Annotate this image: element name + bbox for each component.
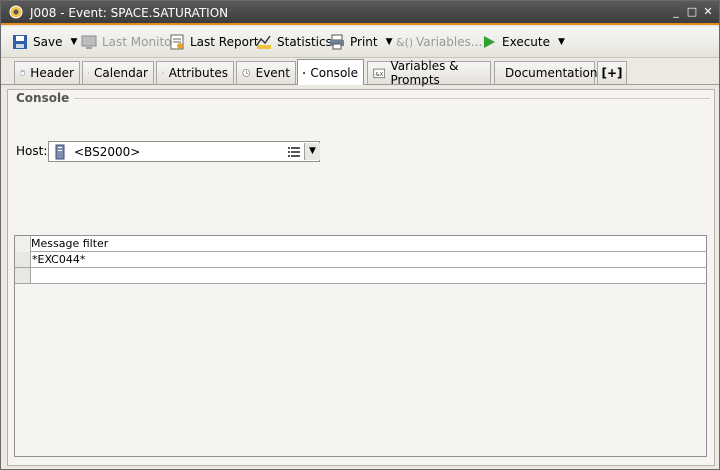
save-button[interactable]: Save ▼ (11, 32, 77, 52)
list-icon[interactable] (287, 145, 301, 159)
play-icon (484, 36, 495, 48)
section-divider (74, 98, 710, 99)
tab-bar: Header 12 Calendar Attributes Event Cons… (1, 59, 719, 87)
tab-label: Header (30, 66, 74, 80)
maximize-button[interactable]: □ (685, 5, 699, 19)
server-icon (55, 144, 65, 160)
gear-clock-icon (9, 5, 23, 19)
table-row[interactable] (15, 268, 706, 284)
execute-label: Execute (502, 35, 550, 49)
row-header[interactable] (15, 252, 31, 267)
window-title: J008 - Event: SPACE.SATURATION (30, 6, 229, 20)
close-button[interactable]: ✕ (701, 5, 715, 19)
last-monitor-button[interactable]: Last Monitor (80, 32, 176, 52)
variables-label: Variables... (416, 35, 483, 49)
add-tab-icon: [+] (601, 66, 623, 80)
variables-prompts-icon: &X (373, 68, 386, 78)
print-button[interactable]: Print ▼ (328, 32, 393, 52)
floppy-disk-icon (13, 35, 27, 49)
chevron-down-icon[interactable]: ▼ (558, 37, 565, 47)
last-report-label: Last Report (190, 35, 259, 49)
section-title: Console (16, 91, 74, 105)
tab-attributes[interactable]: Attributes (156, 61, 234, 84)
tab-add[interactable]: [+] (597, 61, 627, 84)
last-report-button[interactable]: Last Report (168, 32, 259, 52)
save-label: Save (33, 35, 63, 49)
tab-console[interactable]: Console (297, 59, 364, 85)
row-header[interactable] (15, 268, 31, 283)
host-label: Host: (16, 144, 48, 158)
tab-label: Variables & Prompts (390, 59, 459, 87)
checklist-icon (162, 72, 164, 74)
table-row[interactable]: *EXC044* (15, 252, 706, 268)
table-header: Message filter (15, 236, 706, 252)
last-monitor-label: Last Monitor (102, 35, 177, 49)
tab-label: Event (255, 66, 290, 80)
tab-label: Documentation (505, 66, 598, 80)
statistics-button[interactable]: Statistics (255, 32, 332, 52)
tab-documentation[interactable]: Documentation (494, 61, 598, 84)
column-header-message-filter[interactable]: Message filter (31, 237, 108, 250)
monitor-icon (81, 35, 97, 49)
statistics-label: Statistics (277, 35, 332, 49)
statistics-icon (256, 35, 271, 49)
tab-label: Console (310, 65, 358, 80)
host-value: <BS2000> (74, 145, 141, 159)
calendar-icon: 12 (88, 72, 89, 74)
host-select[interactable]: <BS2000> ▼ (48, 141, 320, 162)
minimize-button[interactable]: _ (669, 5, 683, 19)
variables-button[interactable]: &() Variables... (394, 32, 482, 52)
tab-variables-prompts[interactable]: &X Variables & Prompts (367, 59, 491, 87)
message-filter-table: Message filter *EXC044* (14, 235, 707, 457)
tab-calendar[interactable]: 12 Calendar (82, 61, 154, 84)
execute-button[interactable]: Execute ▼ (480, 32, 565, 52)
chevron-down-icon[interactable]: ▼ (70, 37, 77, 47)
printer-icon (330, 34, 344, 50)
print-label: Print (350, 35, 378, 49)
variables-icon: &() (396, 36, 412, 49)
tab-label: Calendar (94, 66, 148, 80)
tab-label: Attributes (168, 66, 228, 80)
svg-text:&(): &() (396, 36, 412, 49)
toolbar: Save ▼ Last Monitor Last Report Statisti… (1, 27, 719, 58)
document-icon (20, 70, 25, 76)
tab-header[interactable]: Header (14, 61, 80, 84)
svg-text:&X: &X (375, 72, 383, 78)
console-icon (303, 71, 306, 74)
chevron-down-icon[interactable]: ▼ (386, 37, 393, 47)
title-bar: J008 - Event: SPACE.SATURATION _ □ ✕ (1, 1, 719, 25)
app-window: J008 - Event: SPACE.SATURATION _ □ ✕ Sav… (0, 0, 720, 470)
tab-event[interactable]: Event (236, 61, 296, 84)
table-corner (15, 236, 31, 252)
console-panel: Console Host: <BS2000> ▼ Message filter … (7, 89, 715, 466)
clock-icon (242, 69, 251, 77)
chevron-down-icon[interactable]: ▼ (304, 143, 320, 160)
message-filter-cell[interactable]: *EXC044* (32, 253, 85, 266)
report-icon (170, 34, 184, 50)
